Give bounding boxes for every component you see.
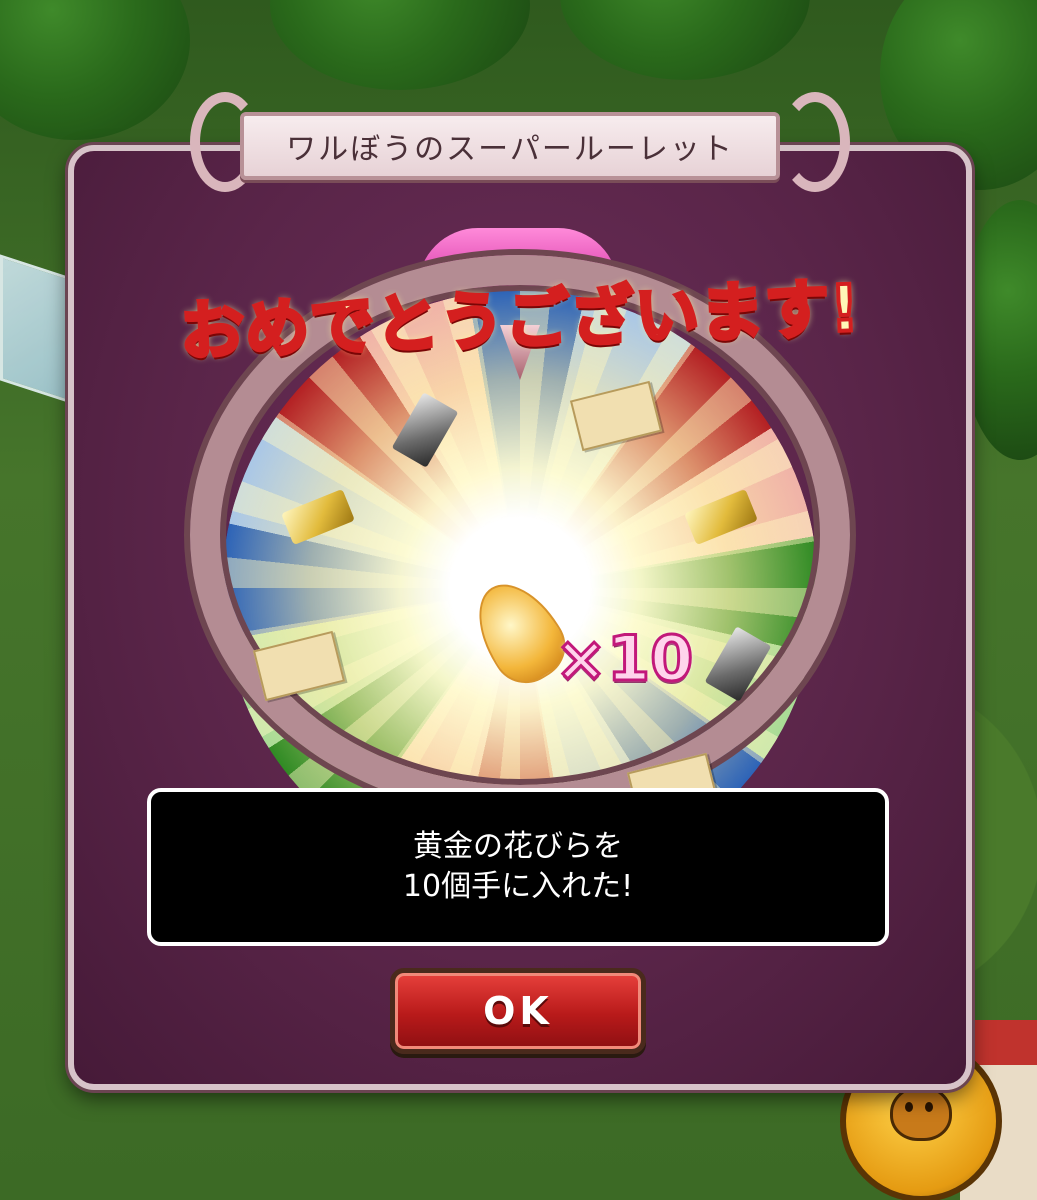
slime-icon: [890, 1085, 952, 1141]
silver-bar-icon: [704, 626, 772, 702]
reward-multiplier: ×10: [553, 621, 694, 697]
dialog-title: ワルぼうのスーパールーレット: [286, 132, 734, 167]
gold-bar-icon: [684, 488, 758, 546]
ok-button[interactable]: OK: [390, 968, 646, 1054]
reward-message-box: 黄金の花びらを 10個手に入れた!: [147, 788, 889, 946]
reward-message-line2: 10個手に入れた!: [402, 869, 634, 904]
ticket-icon: [569, 380, 663, 452]
dialog-title-plate: ワルぼうのスーパールーレット: [240, 112, 780, 180]
ornament-right: [780, 92, 850, 192]
gold-bar-icon: [281, 488, 355, 546]
silver-bar-icon: [391, 392, 459, 468]
ticket-icon: [252, 630, 346, 702]
reward-message-line1: 黄金の花びらを: [413, 828, 623, 864]
